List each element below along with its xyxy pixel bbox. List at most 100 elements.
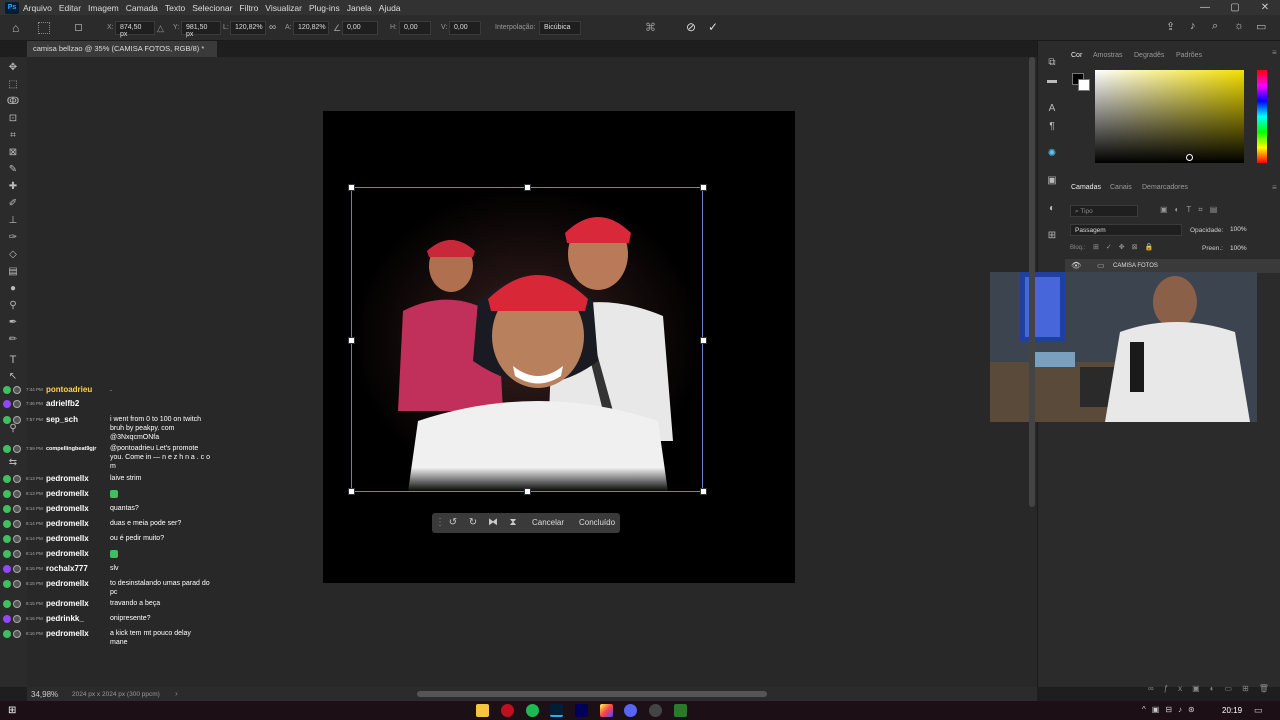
cancel-transform-icon[interactable]: ⊘: [686, 20, 696, 34]
chat-username[interactable]: pedromellx: [46, 549, 89, 558]
h-skew-field[interactable]: 0,00: [399, 21, 431, 35]
handle-middle-left[interactable]: [348, 337, 355, 344]
photos-icon[interactable]: [600, 704, 613, 717]
character-icon[interactable]: A: [1046, 103, 1058, 115]
chat-username[interactable]: pedrinkk_: [46, 614, 84, 623]
workspace-icon[interactable]: ▭: [1256, 20, 1266, 33]
rotate-left-icon[interactable]: ↺: [447, 517, 459, 529]
opera-icon[interactable]: [501, 704, 514, 717]
marquee-tool-icon[interactable]: ⬚: [6, 79, 20, 91]
brush-tool-icon[interactable]: ✐: [6, 198, 20, 210]
menu-visualizar[interactable]: Visualizar: [265, 3, 302, 13]
horizontal-scrollbar[interactable]: [417, 691, 767, 697]
status-arrow-icon[interactable]: ›: [175, 689, 178, 698]
height-field[interactable]: 120,82%: [293, 21, 329, 35]
zoom-level[interactable]: 34,98%: [31, 690, 58, 699]
minimize-icon[interactable]: —: [1190, 0, 1220, 15]
tab-canais[interactable]: Canais: [1110, 184, 1132, 191]
handle-bottom-right[interactable]: [700, 488, 707, 495]
stamp-tool-icon[interactable]: ⊥: [6, 215, 20, 227]
search-icon[interactable]: ⌕: [1212, 20, 1218, 33]
reference-point-icon[interactable]: [75, 24, 82, 31]
menu-ajuda[interactable]: Ajuda: [379, 3, 401, 13]
properties-icon[interactable]: ✺: [1046, 148, 1058, 160]
flip-vertical-icon[interactable]: ⧗: [507, 517, 519, 529]
frame-tool-icon[interactable]: ⊠: [6, 147, 20, 159]
background-color-swatch[interactable]: [1078, 79, 1090, 91]
color-saturation-field[interactable]: [1095, 70, 1244, 163]
adjustments-icon[interactable]: ◐: [1046, 203, 1058, 215]
fill-field[interactable]: 100%: [1230, 245, 1247, 252]
handle-top-right[interactable]: [700, 184, 707, 191]
share-icon[interactable]: ⇪: [1166, 20, 1175, 33]
triangle-icon[interactable]: △: [157, 23, 164, 34]
lock-icons[interactable]: ⊞✓✥⊠🔒: [1093, 243, 1160, 251]
history-brush-tool-icon[interactable]: ✑: [6, 232, 20, 244]
width-field[interactable]: 120,82%: [230, 21, 266, 35]
v-skew-field[interactable]: 0,00: [449, 21, 481, 35]
visibility-icon[interactable]: 👁: [1071, 261, 1081, 270]
chat-username[interactable]: adrielfb2: [46, 399, 79, 408]
warp-icon[interactable]: ⌘: [645, 21, 656, 34]
spotify-icon[interactable]: [526, 704, 539, 717]
gradient-tool-icon[interactable]: ▤: [6, 266, 20, 278]
crop-tool-icon[interactable]: ⌗: [6, 130, 20, 142]
flip-horizontal-icon[interactable]: ⧓: [487, 517, 499, 529]
system-tray-icons[interactable]: ^▣⊟♪⊛: [1142, 705, 1201, 714]
after-effects-icon[interactable]: [575, 704, 588, 717]
eyedropper-tool-icon[interactable]: ✎: [6, 164, 20, 176]
blur-tool-icon[interactable]: ●: [6, 283, 20, 295]
panel-menu-icon[interactable]: ≡: [1272, 48, 1277, 57]
tab-demarcadores[interactable]: Demarcadores: [1142, 184, 1188, 191]
windows-start-icon[interactable]: ⊞: [8, 705, 16, 716]
menu-imagem[interactable]: Imagem: [88, 3, 119, 13]
photoshop-taskbar-icon[interactable]: [550, 704, 563, 717]
menu-editar[interactable]: Editar: [59, 3, 81, 13]
vertical-scrollbar[interactable]: [1029, 57, 1035, 507]
y-field[interactable]: 981,50 px: [181, 21, 221, 38]
pen-tool-icon[interactable]: ✒: [6, 317, 20, 329]
object-select-tool-icon[interactable]: ⊡: [6, 113, 20, 125]
discord-icon[interactable]: [624, 704, 637, 717]
notifications-icon[interactable]: ▭: [1254, 705, 1263, 716]
light-icon[interactable]: ☼: [1234, 20, 1244, 32]
chat-username[interactable]: pedromellx: [46, 579, 89, 588]
chat-username[interactable]: pedromellx: [46, 629, 89, 638]
menu-texto[interactable]: Texto: [165, 3, 185, 13]
layers-menu-icon[interactable]: ≡: [1272, 183, 1277, 192]
dodge-tool-icon[interactable]: ⚲: [6, 300, 20, 312]
tab-amostras[interactable]: Amostras: [1093, 52, 1123, 59]
healing-tool-icon[interactable]: ✚: [6, 181, 20, 193]
layer-filter-icons[interactable]: ▣◐T⌗▤: [1160, 205, 1224, 215]
menu-janela[interactable]: Janela: [347, 3, 372, 13]
bell-icon[interactable]: ♪: [1190, 20, 1196, 32]
handle-top-center[interactable]: [524, 184, 531, 191]
app-icon[interactable]: [674, 704, 687, 717]
libraries-icon[interactable]: ▣: [1046, 175, 1058, 187]
drag-handle-icon[interactable]: ⋮: [434, 517, 446, 529]
menu-camada[interactable]: Camada: [126, 3, 158, 13]
opacity-field[interactable]: 100%: [1228, 224, 1254, 236]
hue-slider[interactable]: [1257, 70, 1267, 163]
history-icon[interactable]: ⧉: [1046, 57, 1058, 69]
tab-camadas[interactable]: Camadas: [1071, 184, 1101, 191]
handle-top-left[interactable]: [348, 184, 355, 191]
layer-row[interactable]: 👁 ▭ CAMISA FOTOS: [1065, 259, 1280, 273]
chat-username[interactable]: pedromellx: [46, 519, 89, 528]
home-icon[interactable]: ⌂: [12, 21, 26, 35]
menu-selecionar[interactable]: Selecionar: [192, 3, 232, 13]
comments-icon[interactable]: ▬: [1046, 75, 1058, 87]
menu-arquivo[interactable]: Arquivo: [23, 3, 52, 13]
tab-degrades[interactable]: Degradês: [1134, 52, 1164, 59]
rotate-right-icon[interactable]: ↻: [467, 517, 479, 529]
chat-username[interactable]: pedromellx: [46, 474, 89, 483]
chat-username[interactable]: sep_sch: [46, 415, 78, 424]
paragraph-icon[interactable]: ¶: [1046, 121, 1058, 133]
transform-icon[interactable]: [38, 22, 50, 34]
file-explorer-icon[interactable]: [476, 704, 489, 717]
blend-mode-select[interactable]: Passagem: [1070, 224, 1182, 236]
learn-icon[interactable]: ⊞: [1046, 230, 1058, 242]
chat-username[interactable]: pontoadrieu: [46, 385, 92, 394]
angle-field[interactable]: 0,00: [342, 21, 378, 35]
lasso-tool-icon[interactable]: ↂ: [6, 96, 20, 108]
